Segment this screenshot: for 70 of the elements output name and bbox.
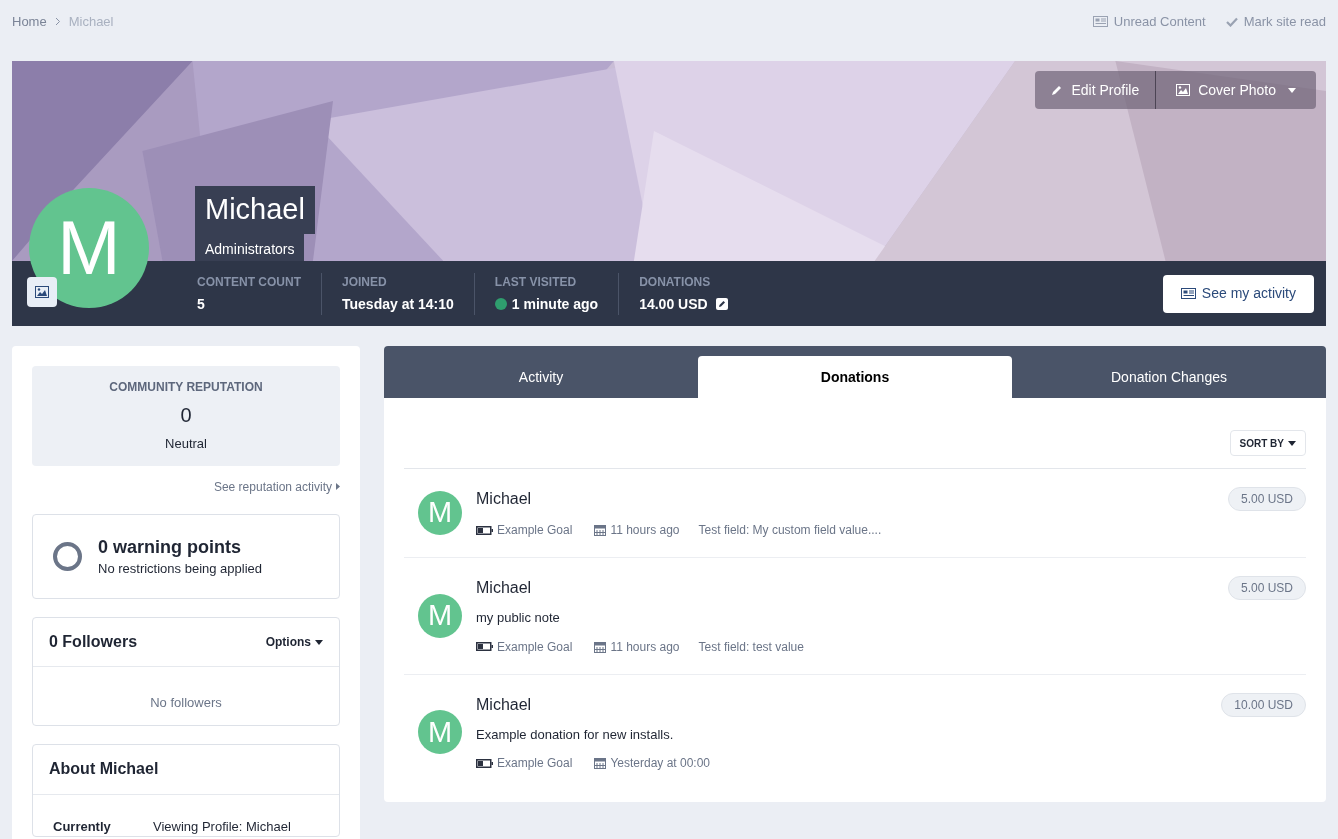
custom-field: Test field: test value — [698, 637, 804, 656]
stat-value: Tuesday at 14:10 — [342, 294, 454, 314]
avatar: M — [418, 593, 462, 638]
warning-subtitle: No restrictions being applied — [98, 559, 263, 578]
donation-time: Yesterday at 00:00 — [610, 755, 710, 772]
options-button[interactable]: Options — [265, 633, 323, 651]
image-icon — [1176, 84, 1191, 96]
about-label: Currently — [53, 817, 112, 836]
profile-name: Michael — [195, 186, 315, 234]
empty-message: No followers — [149, 694, 223, 712]
goal-label: Example Goal — [497, 638, 573, 656]
stat-label: LAST VISITED — [494, 273, 578, 291]
caret-icon — [1288, 440, 1296, 446]
calendar-icon — [594, 524, 607, 536]
reputation-link[interactable]: See reputation activity — [213, 477, 340, 496]
stat-value: 14.00 USD — [639, 294, 708, 314]
stat-label: DONATIONS — [639, 273, 712, 291]
stat-label: CONTENT COUNT — [197, 273, 301, 291]
calendar-icon — [594, 640, 607, 653]
image-icon — [35, 286, 49, 298]
avatar: M — [418, 491, 462, 535]
tab[interactable]: Donation Changes — [1012, 356, 1326, 398]
amount-badge: 10.00 USD — [1221, 692, 1306, 717]
change-photo-button[interactable] — [27, 277, 57, 307]
calendar-icon — [594, 757, 607, 769]
top-link[interactable]: Mark site read — [1225, 12, 1326, 32]
about-title: About Michael — [49, 759, 159, 779]
header-button[interactable]: Edit Profile — [1035, 71, 1156, 109]
followers-title: 0 Followers — [49, 632, 138, 652]
custom-field: Test field: My custom field value.... — [698, 521, 882, 539]
reputation-value: 0 — [180, 403, 192, 428]
warning-ring-icon — [53, 541, 82, 571]
member-group: Administrators — [195, 233, 305, 261]
donation-note: Example donation for new installs. — [476, 725, 675, 744]
chevron-icon — [54, 17, 61, 27]
amount-badge: 5.00 USD — [1227, 576, 1306, 600]
pencil-icon — [1051, 84, 1064, 96]
caret-icon — [315, 639, 323, 645]
donor-name: Michael — [476, 694, 533, 715]
check-icon — [1225, 16, 1238, 27]
stat-value: 5 — [197, 294, 205, 314]
reputation-label: Neutral — [165, 435, 207, 453]
donation-time: 11 hours ago — [610, 522, 680, 539]
sort-button[interactable]: SORT BY — [1229, 430, 1306, 456]
battery-icon — [476, 525, 493, 535]
battery-icon — [476, 642, 493, 651]
header-button[interactable]: Cover Photo — [1155, 71, 1316, 109]
amount-badge: 5.00 USD — [1227, 487, 1306, 511]
goal-label: Example Goal — [497, 522, 573, 539]
avatar: M — [418, 710, 462, 755]
donation-note: my public note — [476, 609, 561, 627]
top-link[interactable]: Unread Content — [1092, 12, 1206, 32]
newspaper-icon — [1092, 16, 1108, 28]
stat-label: JOINED — [342, 273, 388, 291]
stat-value: 1 minute ago — [511, 294, 599, 314]
donor-name: Michael — [476, 489, 533, 509]
goal-label: Example Goal — [497, 755, 573, 772]
warning-title: 0 warning points — [98, 535, 242, 559]
tab[interactable]: Activity — [384, 356, 698, 398]
reputation-title: COMMUNITY REPUTATION — [109, 379, 263, 396]
breadcrumb-link[interactable]: Home — [12, 12, 47, 32]
caret-icon — [1288, 87, 1296, 93]
about-value: Viewing Profile: Michael — [153, 817, 291, 836]
battery-icon — [476, 758, 493, 768]
donor-name: Michael — [476, 578, 533, 598]
triangle-icon — [336, 483, 340, 490]
see-activity-button[interactable]: See my activity — [1162, 274, 1314, 313]
donation-time: 11 hours ago — [610, 638, 680, 656]
newspaper-icon — [1180, 288, 1196, 299]
tab[interactable]: Donations — [698, 356, 1012, 398]
